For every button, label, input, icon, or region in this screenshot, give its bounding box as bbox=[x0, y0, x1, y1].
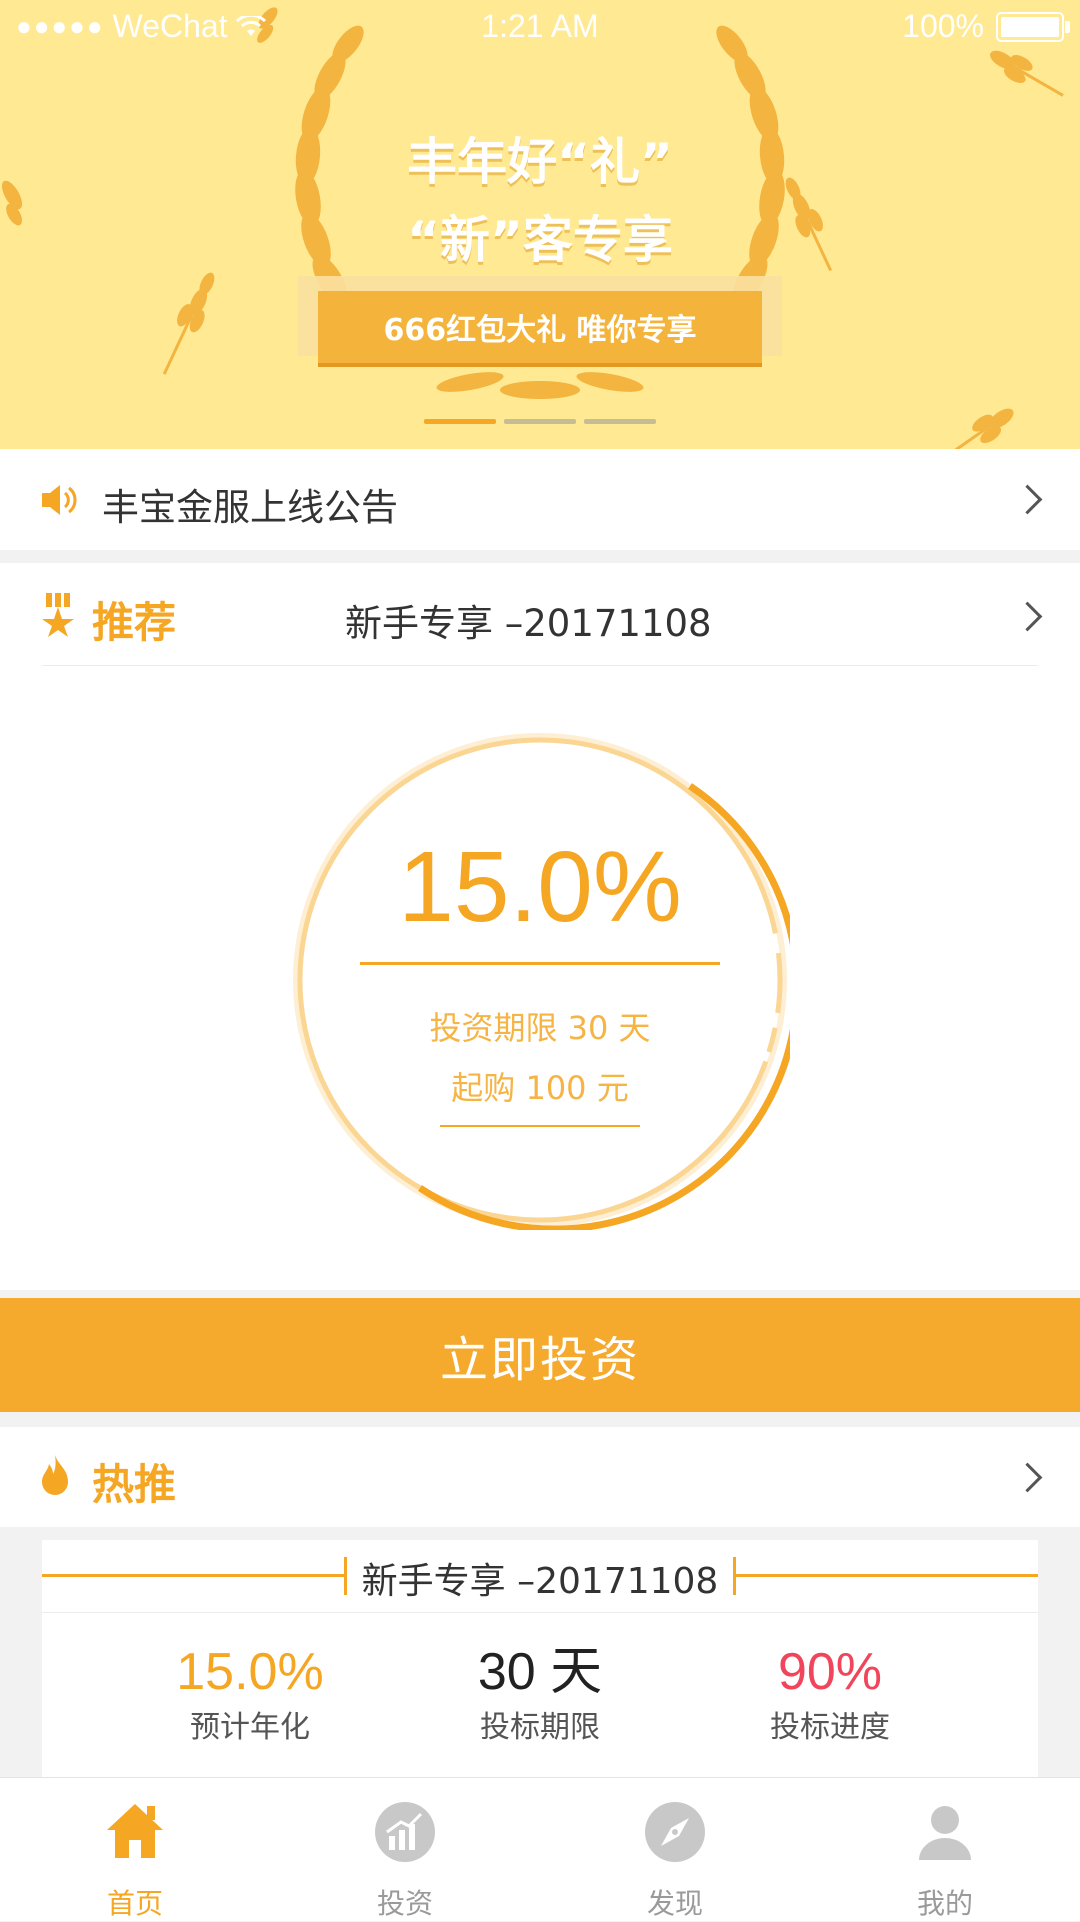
notice-row[interactable]: 丰宝金服上线公告 bbox=[0, 449, 1080, 550]
investment-term: 投资期限 30 天 bbox=[429, 1009, 651, 1047]
recommend-section: 推荐 新手专享 –20171108 15.0% 投资期限 30 天 起购 100… bbox=[0, 563, 1080, 1290]
stat-term: 30 天 投标期限 bbox=[390, 1645, 690, 1746]
battery-percent: 100% bbox=[902, 8, 984, 44]
user-icon bbox=[919, 1806, 971, 1860]
recommend-product-name[interactable]: 新手专享 –20171108 bbox=[345, 593, 712, 647]
hot-title: 热推 bbox=[92, 1460, 177, 1509]
tab-invest[interactable]: 投资 bbox=[270, 1778, 540, 1921]
status-bar: ●●●●● WeChat 1:21 AM 100% bbox=[0, 0, 1080, 54]
banner-title-line1: 丰年好“礼” bbox=[407, 133, 673, 191]
card-header: 新手专享 –20171108 bbox=[42, 1540, 1038, 1612]
hot-product-card[interactable]: 新手专享 –20171108 15.0% 预计年化 30 天 投标期限 90% … bbox=[42, 1540, 1038, 1780]
pager-dot[interactable] bbox=[584, 419, 656, 424]
tab-label: 投资 bbox=[376, 1887, 433, 1920]
pager-dot-active[interactable] bbox=[424, 419, 496, 424]
tab-label: 发现 bbox=[646, 1887, 703, 1920]
chart-icon bbox=[375, 1802, 435, 1862]
compass-icon bbox=[645, 1802, 705, 1862]
chevron-right-icon bbox=[1012, 484, 1043, 515]
invest-now-button[interactable]: 立即投资 bbox=[0, 1298, 1080, 1412]
hot-product-name: 新手专享 –20171108 bbox=[361, 1561, 719, 1602]
bottom-tab-bar: 首页 投资 发现 我的 bbox=[0, 1777, 1080, 1921]
stat-value: 30 天 bbox=[477, 1643, 603, 1701]
tab-home[interactable]: 首页 bbox=[0, 1778, 270, 1921]
home-icon bbox=[107, 1804, 163, 1858]
divider bbox=[42, 665, 1038, 666]
stat-value: 15.0% bbox=[176, 1643, 324, 1701]
circle-divider bbox=[440, 1125, 640, 1127]
tab-label: 首页 bbox=[106, 1887, 163, 1920]
progress-ring bbox=[293, 733, 790, 1230]
chevron-right-icon bbox=[1012, 1462, 1043, 1493]
min-purchase: 起购 100 元 bbox=[451, 1069, 629, 1107]
banner-title-line2: “新”客专享 bbox=[407, 211, 673, 269]
stat-label: 投标期限 bbox=[480, 1709, 600, 1745]
stat-value: 90% bbox=[777, 1643, 883, 1701]
pager-dot[interactable] bbox=[504, 419, 576, 424]
tab-label: 我的 bbox=[916, 1887, 973, 1920]
flame-icon bbox=[42, 1455, 68, 1495]
medal-icon bbox=[42, 593, 74, 637]
tab-mine[interactable]: 我的 bbox=[810, 1778, 1080, 1921]
rate-circle[interactable]: 15.0% 投资期限 30 天 起购 100 元 bbox=[290, 730, 790, 1230]
tab-discover[interactable]: 发现 bbox=[540, 1778, 810, 1921]
stat-progress: 90% 投标进度 bbox=[680, 1645, 980, 1746]
divider bbox=[42, 1612, 1038, 1613]
banner-pager bbox=[0, 419, 1080, 424]
stat-label: 预计年化 bbox=[190, 1709, 310, 1745]
battery-icon bbox=[996, 11, 1070, 42]
stat-label: 投标进度 bbox=[770, 1709, 890, 1745]
chevron-right-icon[interactable] bbox=[1012, 601, 1043, 632]
recommend-title: 推荐 bbox=[92, 598, 177, 647]
promo-banner[interactable]: ●●●●● WeChat 1:21 AM 100% 丰年好“礼” “新”客专享 … bbox=[0, 0, 1080, 449]
rate-value: 15.0% bbox=[398, 831, 682, 943]
rate-underline bbox=[360, 962, 720, 965]
stat-annual-rate: 15.0% 预计年化 bbox=[100, 1645, 400, 1746]
notice-text: 丰宝金服上线公告 bbox=[102, 486, 398, 529]
banner-ribbon: 666红包大礼 唯你专享 bbox=[318, 291, 762, 363]
speaker-icon bbox=[42, 485, 77, 515]
hot-section-header[interactable]: 热推 bbox=[0, 1427, 1080, 1527]
